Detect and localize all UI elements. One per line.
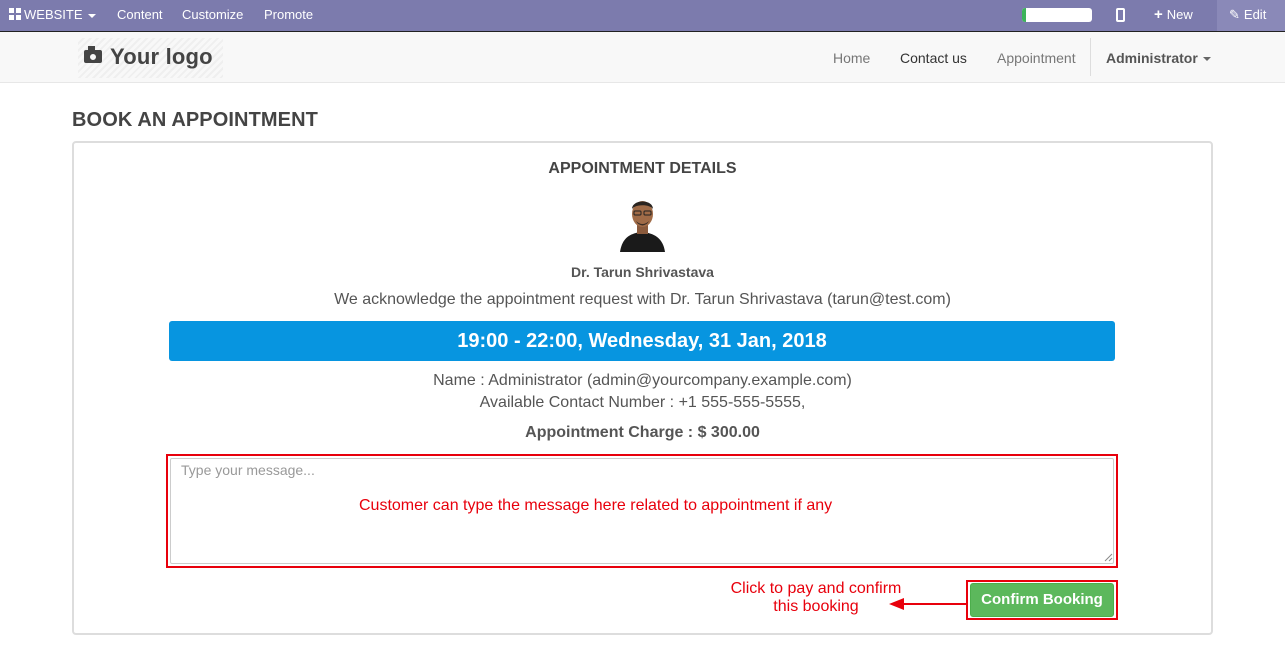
confirm-annotation: Click to pay and confirm this booking — [730, 580, 902, 615]
chevron-down-icon — [87, 13, 96, 18]
arrow-left-icon — [889, 598, 966, 610]
progress-fill — [1022, 8, 1026, 22]
mobile-preview-icon[interactable] — [1116, 8, 1125, 22]
acknowledgement-text: We acknowledge the appointment request w… — [334, 291, 951, 308]
menu-customize[interactable]: Customize — [182, 0, 243, 31]
camera-icon — [84, 46, 102, 63]
details-heading: APPOINTMENT DETAILS — [548, 160, 737, 177]
new-button-label: New — [1166, 7, 1193, 22]
website-menu-label: WEBSITE — [24, 7, 83, 22]
website-admin-bar: WEBSITE Content Customize Promote + New ✎… — [0, 0, 1285, 31]
chevron-down-icon — [1202, 57, 1211, 62]
page-title: BOOK AN APPOINTMENT — [72, 109, 318, 131]
menu-promote[interactable]: Promote — [264, 0, 313, 31]
nav-divider — [1090, 38, 1091, 76]
appointment-time-banner: 19:00 - 22:00, Wednesday, 31 Jan, 2018 — [169, 321, 1115, 361]
nav-contact-us[interactable]: Contact us — [900, 32, 967, 84]
nav-appointment[interactable]: Appointment — [997, 32, 1076, 84]
progress-bar[interactable] — [1022, 8, 1092, 22]
nav-home[interactable]: Home — [833, 32, 870, 84]
site-logo[interactable]: Your logo — [78, 38, 223, 78]
message-annotation: Customer can type the message here relat… — [359, 497, 833, 514]
pencil-icon: ✎ — [1229, 7, 1240, 22]
doctor-avatar — [620, 201, 665, 252]
menu-content[interactable]: Content — [117, 0, 163, 31]
appointment-charge: Appointment Charge : $ 300.00 — [525, 424, 760, 441]
edit-button-label: Edit — [1243, 7, 1267, 22]
resize-handle-icon[interactable] — [1104, 553, 1113, 562]
site-navbar: Your logo Home Contact us Appointment Ad… — [0, 31, 1285, 83]
user-menu-label: Administrator — [1106, 50, 1198, 66]
logo-text: Your logo — [110, 44, 213, 69]
website-menu[interactable]: WEBSITE — [9, 0, 96, 31]
new-button[interactable]: + New — [1154, 0, 1193, 31]
user-menu[interactable]: Administrator — [1106, 32, 1211, 84]
confirm-booking-button[interactable]: Confirm Booking — [970, 583, 1114, 617]
doctor-name: Dr. Tarun Shrivastava — [571, 264, 714, 280]
customer-name: Name : Administrator (admin@yourcompany.… — [433, 372, 852, 389]
customer-contact: Available Contact Number : +1 555-555-55… — [479, 394, 806, 411]
apps-grid-icon — [9, 8, 21, 20]
plus-icon: + — [1154, 6, 1163, 23]
edit-button[interactable]: ✎ Edit — [1229, 0, 1266, 31]
